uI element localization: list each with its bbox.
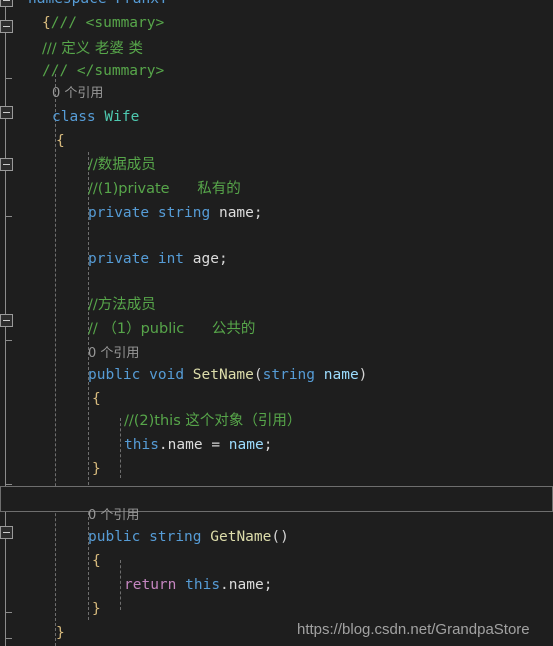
code-editor[interactable]: namespace FranxT {/// <summary> /// 定义 老…	[0, 0, 553, 646]
code-line-getname-close-brace[interactable]: }	[92, 596, 101, 622]
token-brace-setname-close: }	[92, 461, 101, 477]
token-doc-description: /// 定义 老婆 类	[42, 41, 143, 57]
token-semicolon-1: ;	[253, 205, 263, 221]
code-line-method-setname-signature[interactable]: public void SetName(string name)	[88, 362, 367, 388]
token-keyword-this-2: this	[185, 577, 221, 593]
token-type-wife: Wife	[104, 109, 140, 125]
code-line-comment-public[interactable]: // （1）public 公共的	[88, 316, 255, 342]
token-keyword-class: class	[52, 109, 96, 125]
code-line-comment-data-members[interactable]: //数据成员	[88, 152, 156, 178]
token-parens-getname: ()	[271, 529, 289, 545]
code-line-getname-open-brace[interactable]: {	[92, 548, 101, 574]
code-line-method-getname-signature[interactable]: public string GetName()	[88, 524, 289, 550]
code-line-comment-method-members[interactable]: //方法成员	[88, 292, 156, 318]
token-paren-open-1: (	[253, 367, 263, 383]
token-field-name-lhs: name	[167, 437, 203, 453]
token-keyword-string-3: string	[149, 529, 202, 545]
token-field-name: name	[218, 205, 254, 221]
token-semicolon-3: ;	[263, 437, 273, 453]
token-field-name-return: name	[228, 577, 264, 593]
code-line-class-close-brace[interactable]: }	[56, 620, 65, 646]
token-brace-class-open: {	[56, 133, 65, 149]
token-field-age: age	[192, 251, 219, 267]
code-content[interactable]: namespace FranxT {/// <summary> /// 定义 老…	[0, 0, 553, 646]
token-semicolon-2: ;	[218, 251, 228, 267]
token-keyword-void: void	[149, 367, 185, 383]
token-brace-class-close: }	[56, 625, 65, 641]
token-operator-assign: =	[211, 437, 221, 453]
token-dot-1: .	[158, 437, 168, 453]
token-namespace-decl: namespace FranxT	[28, 0, 168, 7]
token-brace-getname-close: }	[92, 601, 101, 617]
codelens-label-setname[interactable]: 0 个引用	[88, 346, 139, 361]
code-line-class-declaration[interactable]: class Wife	[52, 104, 139, 130]
code-line-comment-this[interactable]: //(2)this 这个对象（引用）	[124, 408, 301, 434]
code-line-open-namespace-brace[interactable]: {/// <summary>	[42, 10, 164, 36]
token-comment-method-members: //方法成员	[88, 297, 156, 313]
code-line-assign-this-name[interactable]: this.name = name;	[124, 432, 272, 458]
code-line-return-this-name[interactable]: return this.name;	[124, 572, 272, 598]
token-keyword-public-2: public	[88, 529, 141, 545]
token-keyword-return: return	[124, 577, 177, 593]
token-keyword-private-2: private	[88, 251, 150, 267]
token-keyword-public-1: public	[88, 367, 141, 383]
token-method-setname: SetName	[192, 367, 254, 383]
code-line-field-age[interactable]: private int age;	[88, 246, 228, 272]
blog-watermark: https://blog.csdn.net/GrandpaStore	[297, 621, 530, 638]
codelens-label-class[interactable]: 0 个引用	[52, 86, 103, 101]
token-keyword-private-1: private	[88, 205, 150, 221]
code-line-comment-private[interactable]: //(1)private 私有的	[88, 176, 241, 202]
token-doc-summary-close: /// </summary>	[42, 63, 165, 79]
token-brace-setname-open: {	[92, 391, 101, 407]
token-comment-this: //(2)this 这个对象（引用）	[124, 413, 302, 429]
codelens-class-wife[interactable]: 0 个引用	[52, 80, 103, 106]
token-keyword-int: int	[157, 251, 185, 267]
token-comment-data-members: //数据成员	[88, 157, 156, 173]
code-line-setname-open-brace[interactable]: {	[92, 386, 101, 412]
token-keyword-string-1: string	[157, 205, 211, 221]
code-line-field-name[interactable]: private string name;	[88, 200, 263, 226]
code-line-setname-close-brace[interactable]: }	[92, 456, 101, 482]
token-comment-public: // （1）public 公共的	[88, 321, 256, 337]
codelens-label-getname[interactable]: 0 个引用	[88, 508, 139, 523]
token-keyword-string-2: string	[262, 367, 316, 383]
token-parameter-name: name	[323, 367, 359, 383]
token-doc-summary-open: /// <summary>	[50, 15, 165, 31]
token-parameter-name-rhs: name	[228, 437, 264, 453]
token-brace-namespace-open: {	[42, 15, 51, 31]
code-line-class-open-brace[interactable]: {	[56, 128, 65, 154]
token-brace-getname-open: {	[92, 553, 101, 569]
token-paren-close-1: )	[358, 367, 368, 383]
token-semicolon-4: ;	[263, 577, 273, 593]
token-method-getname: GetName	[210, 529, 272, 545]
token-keyword-this-1: this	[124, 437, 159, 453]
token-comment-private: //(1)private 私有的	[88, 181, 241, 197]
token-dot-2: .	[220, 577, 229, 593]
